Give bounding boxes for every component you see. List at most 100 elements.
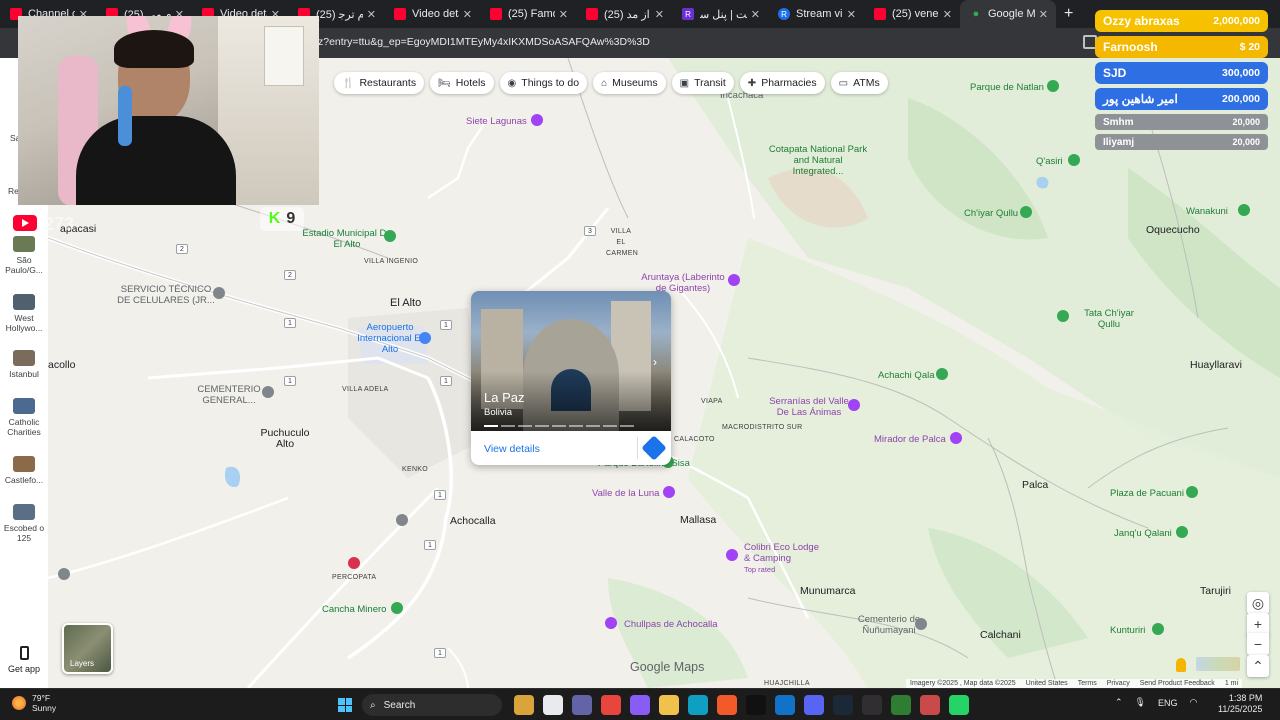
- place-label[interactable]: Colibri Eco Lodge & Camping: [744, 542, 824, 564]
- attraction-pin-icon[interactable]: [848, 399, 860, 411]
- place-label[interactable]: Kunturiri: [1110, 625, 1145, 636]
- park-pin-icon[interactable]: [936, 368, 948, 380]
- cemetery-pin-icon[interactable]: [262, 386, 274, 398]
- new-tab-button[interactable]: +: [1064, 5, 1073, 23]
- stream-app-icon[interactable]: [920, 695, 940, 715]
- tiktok-icon[interactable]: [746, 695, 766, 715]
- browser-tab[interactable]: Video details ✕: [384, 0, 480, 28]
- get-app-button[interactable]: Get app: [2, 646, 46, 674]
- place-label[interactable]: Palca: [1022, 480, 1048, 491]
- store-pin-icon[interactable]: [213, 287, 225, 299]
- chip-museums[interactable]: ⌂ Museums: [593, 72, 666, 94]
- chip-atms[interactable]: ▭ ATMs: [830, 72, 888, 94]
- lodge-pin-icon[interactable]: [726, 549, 738, 561]
- place-label[interactable]: acollo: [48, 360, 75, 371]
- attraction-pin-icon[interactable]: [950, 432, 962, 444]
- place-label[interactable]: Tata Ch'iyar Qullu: [1074, 308, 1144, 330]
- windows-start-icon[interactable]: [338, 698, 352, 712]
- place-label[interactable]: HUAJCHILLA: [764, 678, 810, 688]
- zoom-out-button[interactable]: −: [1247, 633, 1269, 655]
- obs-icon[interactable]: [862, 695, 882, 715]
- close-tab-icon[interactable]: ✕: [1039, 8, 1048, 21]
- place-label[interactable]: Munumarca: [800, 586, 855, 597]
- copilot-icon[interactable]: [630, 695, 650, 715]
- chip-things-to-do[interactable]: ◉ Things to do: [499, 72, 588, 94]
- place-label[interactable]: Aeropuerto Internacional El Alto: [356, 322, 424, 355]
- park-pin-icon[interactable]: [1047, 80, 1059, 92]
- place-label[interactable]: KENKO: [402, 464, 428, 475]
- place-label[interactable]: VILLA INGENIO: [364, 256, 418, 267]
- expand-icon[interactable]: ⌃: [1247, 655, 1269, 677]
- park-pin-icon[interactable]: [1068, 154, 1080, 166]
- edge-icon[interactable]: [688, 695, 708, 715]
- close-tab-icon[interactable]: ✕: [655, 8, 664, 21]
- teams-icon[interactable]: [572, 695, 592, 715]
- close-tab-icon[interactable]: ✕: [463, 8, 472, 21]
- layers-button[interactable]: Layers: [62, 623, 113, 674]
- weather-widget[interactable]: 79°F Sunny: [12, 693, 56, 713]
- place-label[interactable]: Huayllaravi: [1190, 360, 1242, 371]
- chip-hotels[interactable]: 🛏 Hotels: [430, 72, 494, 94]
- zoom-in-button[interactable]: +: [1247, 613, 1269, 635]
- place-label[interactable]: Puchuculo Alto: [260, 428, 310, 450]
- place-label[interactable]: Tarujiri: [1200, 586, 1231, 597]
- recent-place-item[interactable]: West Hollywo...: [2, 294, 46, 333]
- place-label[interactable]: VILLA EL CARMEN: [606, 226, 638, 259]
- chrome-icon-2[interactable]: [891, 695, 911, 715]
- hospital-pin-icon[interactable]: [348, 557, 360, 569]
- place-label[interactable]: Cotapata National Park and Natural Integ…: [768, 144, 868, 177]
- chip-transit[interactable]: ▣ Transit: [671, 72, 734, 94]
- cemetery-pin-icon[interactable]: [915, 618, 927, 630]
- attraction-pin-icon[interactable]: [728, 274, 740, 286]
- place-label[interactable]: Chullpas de Achocalla: [624, 619, 717, 630]
- park-pin-icon[interactable]: [1020, 206, 1032, 218]
- place-pin-icon[interactable]: [396, 514, 408, 526]
- place-label[interactable]: Siete Lagunas: [466, 116, 527, 127]
- wifi-icon[interactable]: ◠: [1190, 697, 1198, 708]
- place-label[interactable]: Achocalla: [450, 516, 496, 527]
- place-label[interactable]: Wanakuni: [1186, 206, 1228, 217]
- street-view-pegman-icon[interactable]: [1176, 658, 1186, 672]
- browser-tab[interactable]: (25) Famous ✕: [480, 0, 576, 28]
- recent-place-item[interactable]: São Paulo/G...: [2, 236, 46, 275]
- attraction-pin-icon[interactable]: [531, 114, 543, 126]
- place-label[interactable]: VILLA ADELA: [342, 384, 389, 395]
- close-tab-icon[interactable]: ✕: [559, 8, 568, 21]
- place-label[interactable]: CEMENTERIO GENERAL...: [194, 384, 264, 406]
- outlook-icon[interactable]: [775, 695, 795, 715]
- recent-place-item[interactable]: Escobed o 125: [2, 504, 46, 543]
- attraction-pin-icon[interactable]: [605, 617, 617, 629]
- place-pin-icon[interactable]: [58, 568, 70, 580]
- language-indicator[interactable]: ENG: [1158, 698, 1178, 708]
- task-view-icon[interactable]: [543, 695, 563, 715]
- place-label[interactable]: VIAPA: [701, 396, 723, 407]
- map-footer-link[interactable]: Privacy: [1107, 680, 1130, 687]
- place-label[interactable]: Q'asiri: [1036, 156, 1063, 167]
- close-tab-icon[interactable]: ✕: [943, 8, 952, 21]
- browser-tab[interactable]: (25) venezuel ✕: [864, 0, 960, 28]
- park-pin-icon[interactable]: [1176, 526, 1188, 538]
- imagery-thumbnails[interactable]: [1196, 657, 1240, 671]
- place-card[interactable]: › La Paz Bolivia View details: [471, 291, 671, 465]
- recent-place-item[interactable]: Catholic Charities: [2, 398, 46, 437]
- map-footer-link[interactable]: United States: [1026, 680, 1068, 687]
- view-details-link[interactable]: View details: [484, 443, 540, 455]
- place-label[interactable]: Serranías del Valle De Las Ánimas: [764, 396, 854, 418]
- place-label[interactable]: Janq'u Qalani: [1114, 528, 1172, 539]
- close-tab-icon[interactable]: ✕: [751, 8, 760, 21]
- place-label[interactable]: Valle de la Luna: [592, 488, 659, 499]
- stadium-pin-icon[interactable]: [384, 230, 396, 242]
- chevron-up-icon[interactable]: ⌃: [1115, 697, 1123, 708]
- place-photo[interactable]: › La Paz Bolivia: [471, 291, 671, 431]
- map-footer-link[interactable]: Send Product Feedback: [1140, 680, 1215, 687]
- my-location-icon[interactable]: ◎: [1247, 592, 1269, 614]
- place-label[interactable]: Cancha Minero: [322, 604, 386, 615]
- place-label[interactable]: Achachi Qala: [878, 370, 935, 381]
- place-label[interactable]: Plaza de Pacuani: [1110, 488, 1184, 499]
- close-tab-icon[interactable]: ✕: [847, 8, 856, 21]
- chrome-icon[interactable]: [601, 695, 621, 715]
- system-tray[interactable]: ⌃ 🎙 ENG ◠: [1115, 697, 1197, 708]
- park-pin-icon[interactable]: [1238, 204, 1250, 216]
- taskbar-search[interactable]: ⌕ Search: [362, 694, 502, 716]
- place-label[interactable]: Estadio Municipal De El Alto: [302, 228, 392, 250]
